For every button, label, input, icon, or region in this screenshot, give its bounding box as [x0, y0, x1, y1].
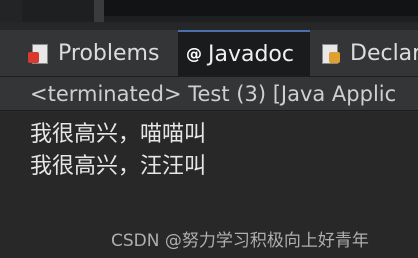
- console-line: 我很高兴，喵喵叫: [30, 122, 207, 147]
- tab-javadoc[interactable]: @ Javadoc: [178, 30, 310, 76]
- tab-declaration-label: Declar: [350, 40, 418, 66]
- tab-javadoc-label: Javadoc: [208, 41, 294, 67]
- console-status-header: <terminated> Test (3) [Java Applic: [0, 77, 418, 111]
- watermark: CSDN @努力学习积极向上好青年: [111, 231, 369, 251]
- editor-tab-divider: [94, 0, 104, 22]
- tab-problems[interactable]: Problems: [28, 30, 159, 76]
- problems-icon: [28, 42, 50, 64]
- declaration-icon: [320, 42, 342, 64]
- editor-area: [104, 0, 418, 16]
- panel-separator: [0, 22, 418, 30]
- tab-declaration[interactable]: Declar: [320, 30, 418, 76]
- editor-tab-edge: [0, 0, 22, 22]
- editor-tab-strip: [0, 0, 418, 22]
- bottom-panel-tabbar: Problems @ Javadoc Declar: [0, 30, 418, 77]
- console-line: 我很高兴，汪汪叫: [30, 154, 207, 179]
- tab-problems-label: Problems: [58, 40, 160, 66]
- at-icon: @: [186, 44, 202, 63]
